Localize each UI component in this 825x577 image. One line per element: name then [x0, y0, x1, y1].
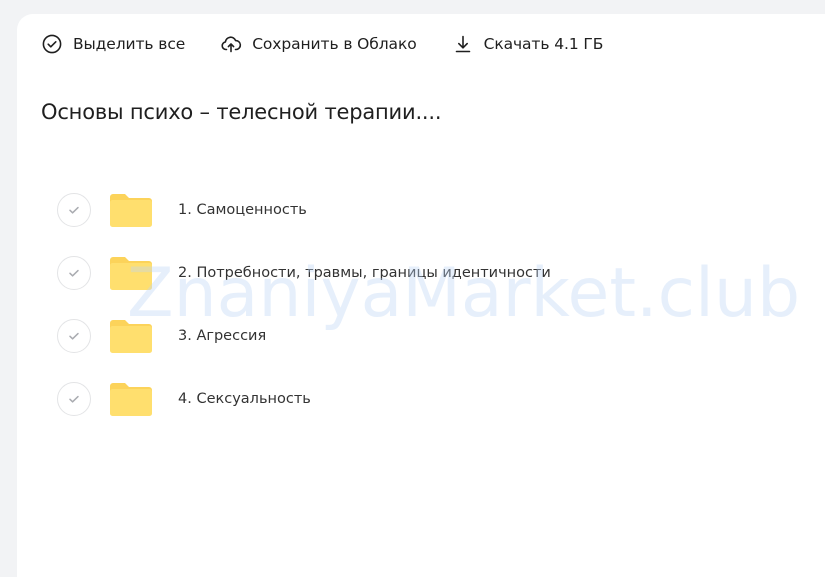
select-checkbox[interactable]: [57, 255, 91, 290]
folder-icon: [108, 254, 154, 292]
cloud-upload-icon: [220, 33, 242, 55]
list-item[interactable]: 3. Агрессия: [57, 304, 797, 367]
folder-title: Основы психо – телесной терапии....: [41, 100, 442, 124]
folder-icon: [108, 317, 154, 355]
select-checkbox[interactable]: [57, 381, 91, 416]
list-item[interactable]: 2. Потребности, травмы, границы идентичн…: [57, 241, 797, 304]
download-icon: [452, 33, 474, 55]
select-all-label: Выделить все: [73, 35, 186, 53]
list-item[interactable]: 4. Сексуальность: [57, 367, 797, 430]
save-to-cloud-button[interactable]: Сохранить в Облако: [220, 31, 417, 57]
folder-icon: [108, 380, 154, 418]
check-circle-icon: [41, 33, 63, 55]
select-checkbox[interactable]: [57, 192, 91, 227]
folder-icon: [108, 191, 154, 229]
list-item[interactable]: 1. Самоценность: [57, 178, 797, 241]
file-list: 1. Самоценность 2. Потребности, травмы, …: [57, 178, 797, 430]
toolbar: Выделить все Сохранить в Облако Скачать …: [41, 31, 603, 57]
list-item-label: 3. Агрессия: [178, 327, 267, 344]
select-all-button[interactable]: Выделить все: [41, 31, 185, 57]
file-panel: Выделить все Сохранить в Облако Скачать …: [17, 14, 825, 577]
select-checkbox[interactable]: [57, 318, 91, 353]
save-to-cloud-label: Сохранить в Облако: [252, 35, 417, 53]
download-label: Скачать 4.1 ГБ: [483, 35, 604, 53]
download-button[interactable]: Скачать 4.1 ГБ: [452, 31, 604, 57]
list-item-label: 2. Потребности, травмы, границы идентичн…: [178, 264, 551, 281]
list-item-label: 1. Самоценность: [178, 201, 307, 218]
list-item-label: 4. Сексуальность: [178, 390, 311, 407]
